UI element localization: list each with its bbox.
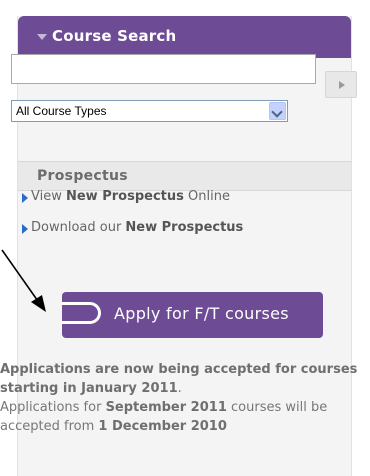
apply-button-label: Apply for F/T courses: [114, 304, 289, 323]
link-prefix: Download our: [31, 220, 126, 235]
applications-line1-end: .: [177, 381, 182, 396]
applications-line2-a: Applications for: [0, 400, 106, 415]
pill-icon: [61, 302, 101, 324]
link-bold: New Prospectus: [125, 220, 244, 235]
course-search-header[interactable]: Course Search: [18, 16, 351, 58]
course-search-input[interactable]: [11, 54, 316, 84]
course-type-select[interactable]: All Course Types: [11, 100, 288, 122]
apply-ft-courses-button[interactable]: Apply for F/T courses: [61, 292, 323, 338]
applications-notice: Applications are now being accepted for …: [0, 360, 368, 436]
pointer-arrow-icon: [1, 249, 46, 312]
link-prefix: View: [31, 189, 66, 204]
bullet-arrow-icon: [22, 224, 28, 234]
bullet-arrow-icon: [22, 193, 28, 203]
course-search-title: Course Search: [52, 27, 177, 45]
applications-line2-b: September 2011: [105, 400, 227, 415]
course-type-select-value: All Course Types: [16, 104, 107, 118]
triangle-down-icon: [37, 34, 47, 40]
download-prospectus-link[interactable]: Download our New Prospectus: [19, 219, 339, 239]
link-bold: New Prospectus: [65, 189, 184, 204]
applications-line2-d: 1 December 2010: [98, 419, 227, 434]
search-go-button[interactable]: [325, 71, 357, 98]
prospectus-title: Prospectus: [37, 168, 128, 184]
prospectus-header: Prospectus: [18, 161, 351, 191]
dropdown-chevron-icon[interactable]: [269, 102, 286, 120]
link-suffix: Online: [183, 189, 230, 204]
play-arrow-icon: [339, 81, 345, 89]
view-prospectus-link[interactable]: View New Prospectus Online: [19, 188, 339, 208]
